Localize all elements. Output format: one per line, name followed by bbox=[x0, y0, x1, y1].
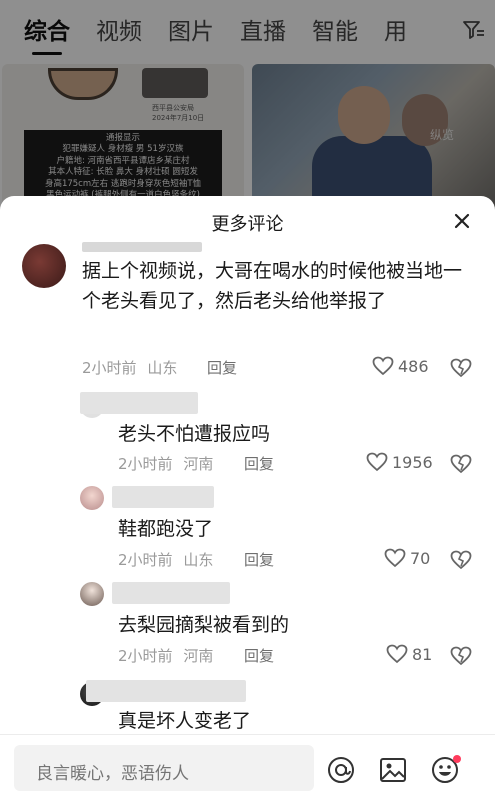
comment-text: 去梨园摘梨被看到的 bbox=[118, 614, 290, 636]
comment-text: 老头不怕遭报应吗 bbox=[118, 423, 271, 445]
heart-icon bbox=[372, 356, 394, 376]
comment-input-bar bbox=[0, 734, 495, 800]
username-blurred[interactable] bbox=[112, 486, 214, 508]
comment-location: 河南 bbox=[183, 647, 214, 665]
notification-dot bbox=[453, 755, 461, 763]
comment-location: 山东 bbox=[147, 359, 178, 377]
reply-button[interactable]: 回复 bbox=[244, 453, 274, 474]
comments-sheet: 更多评论 据上个视频说，大哥在喝水的时候他被当地一个老头看见了，然后老头给他举报… bbox=[0, 196, 495, 800]
like-button[interactable]: 81 bbox=[386, 644, 432, 664]
comment-meta: 2小时前 河南 bbox=[118, 453, 219, 474]
like-count: 70 bbox=[410, 548, 431, 568]
like-count: 1956 bbox=[392, 452, 433, 472]
comment-meta: 2小时前 河南 bbox=[118, 645, 219, 666]
avatar[interactable] bbox=[80, 582, 104, 606]
comment-location: 山东 bbox=[183, 551, 214, 569]
dislike-icon[interactable] bbox=[450, 646, 472, 666]
image-icon[interactable] bbox=[378, 755, 408, 785]
comment-meta: 2小时前 山东 bbox=[82, 357, 183, 378]
comment-text: 据上个视频说，大哥在喝水的时候他被当地一个老头看见了，然后老头给他举报了 bbox=[82, 260, 463, 312]
heart-icon bbox=[366, 452, 388, 472]
like-button[interactable]: 1956 bbox=[366, 452, 433, 472]
reply-button[interactable]: 回复 bbox=[207, 357, 237, 378]
reply-button[interactable]: 回复 bbox=[244, 645, 274, 666]
heart-icon bbox=[384, 548, 406, 568]
username-blurred[interactable] bbox=[80, 392, 198, 414]
avatar[interactable] bbox=[80, 486, 104, 510]
like-count: 81 bbox=[412, 644, 433, 664]
like-button[interactable]: 486 bbox=[372, 356, 429, 376]
like-count: 486 bbox=[398, 356, 429, 376]
comment-meta: 2小时前 山东 bbox=[118, 549, 219, 570]
comment-location: 河南 bbox=[183, 455, 214, 473]
dislike-icon[interactable] bbox=[450, 454, 472, 474]
emoji-icon[interactable] bbox=[430, 755, 464, 785]
username-blurred[interactable] bbox=[112, 582, 230, 604]
comment-time: 2小时前 bbox=[82, 359, 137, 377]
comment-text: 鞋都跑没了 bbox=[118, 518, 214, 540]
username-blurred[interactable] bbox=[86, 680, 246, 702]
heart-icon bbox=[386, 644, 408, 664]
close-icon[interactable] bbox=[451, 210, 473, 232]
comment-time: 2小时前 bbox=[118, 647, 173, 665]
reply-button[interactable]: 回复 bbox=[244, 549, 274, 570]
comment-time: 2小时前 bbox=[118, 551, 173, 569]
comment-input[interactable] bbox=[14, 745, 314, 791]
comment-time: 2小时前 bbox=[118, 455, 173, 473]
comment-text: 真是坏人变老了 bbox=[118, 710, 252, 732]
at-mention-icon[interactable] bbox=[326, 755, 356, 785]
dislike-icon[interactable] bbox=[450, 550, 472, 570]
like-button[interactable]: 70 bbox=[384, 548, 430, 568]
avatar[interactable] bbox=[22, 244, 66, 288]
sheet-title: 更多评论 bbox=[211, 214, 284, 235]
dislike-icon[interactable] bbox=[450, 358, 472, 378]
username-blurred[interactable] bbox=[82, 242, 202, 252]
